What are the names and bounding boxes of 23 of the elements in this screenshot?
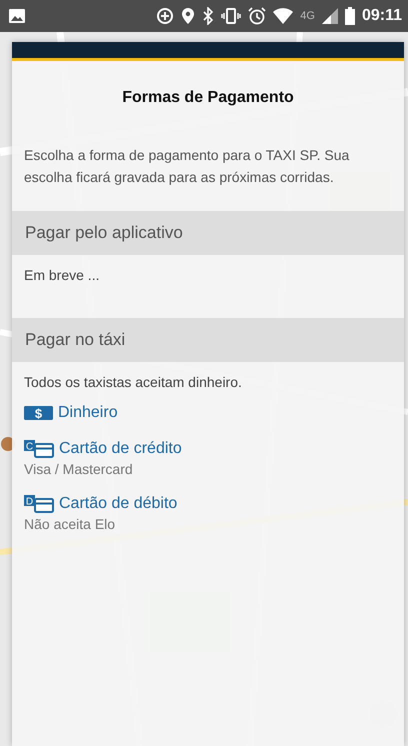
clock: 09:11 (362, 7, 402, 25)
gallery-icon (8, 8, 26, 24)
vibrate-icon (221, 7, 242, 25)
section-header: Pagar pelo aplicativo (12, 211, 404, 255)
section-header: Pagar no táxi (12, 318, 404, 362)
section-note: Em breve ... (23, 267, 100, 283)
plus-circle-icon (156, 7, 174, 25)
location-pin-icon (181, 7, 196, 25)
wifi-icon (273, 8, 294, 24)
payment-option[interactable]: $ Dinheiro (24, 404, 118, 422)
payment-option[interactable]: D Cartão de débito (24, 495, 178, 513)
dialog-title: Formas de Pagamento (121, 88, 295, 107)
option-detail: Não aceita Elo (24, 516, 116, 532)
cash-icon: $ (24, 406, 53, 420)
alarm-clock-icon (248, 7, 266, 25)
description: Escolha a forma de pagamento para o TAXI SP. Sua escolha ficará gravada para as próximas corridas. (23, 146, 350, 187)
network-type: 4G (300, 10, 315, 22)
signal-icon (322, 8, 338, 24)
battery-icon (344, 7, 355, 25)
payment-option[interactable]: C Cartão de crédito (24, 440, 182, 458)
option-detail: Visa / Mastercard (24, 461, 133, 477)
section-note: Todos os taxistas aceitam dinheiro. (23, 374, 243, 390)
bluetooth-icon (202, 7, 214, 25)
